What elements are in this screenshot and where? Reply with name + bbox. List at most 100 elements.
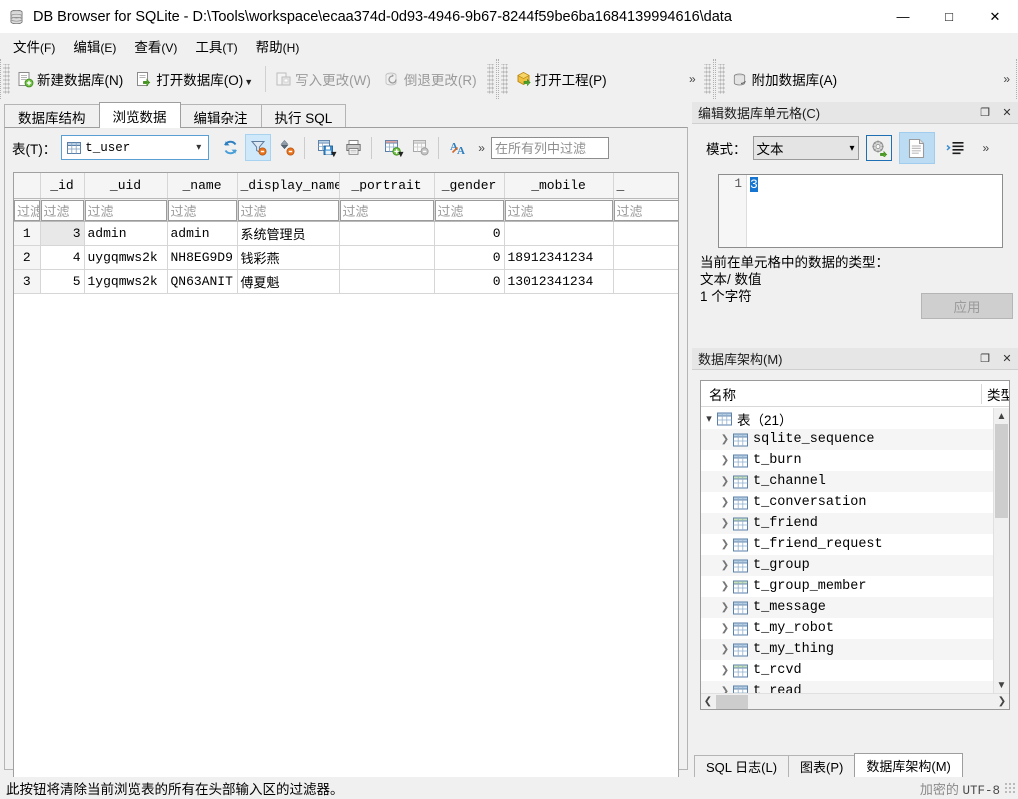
menu-help[interactable]: 帮助(H): [247, 33, 309, 59]
cell-value-editor[interactable]: 1 3: [718, 174, 1003, 248]
row-header[interactable]: 2: [14, 245, 41, 270]
mode-select[interactable]: 文本 ▾: [752, 136, 859, 160]
grid-corner-cell[interactable]: [14, 173, 41, 199]
menu-tools[interactable]: 工具(T): [186, 33, 246, 59]
edit-cell-overflow[interactable]: »: [977, 141, 996, 155]
menu-edit[interactable]: 编辑(E): [64, 33, 125, 59]
scroll-down-icon[interactable]: ▼: [994, 677, 1009, 693]
chevron-right-icon[interactable]: ❯: [717, 686, 733, 694]
table-row[interactable]: 2 4 uygqmws2k NH8EG9D9 钱彩燕 0 18912341234: [14, 245, 678, 270]
refresh-button[interactable]: [217, 134, 243, 161]
print-button[interactable]: [340, 134, 366, 161]
filter-input-rownum[interactable]: 过滤: [14, 199, 39, 220]
filter-input-truncated[interactable]: 过滤: [613, 199, 678, 220]
toolbar-grip-project-end[interactable]: [703, 64, 711, 94]
cell-name[interactable]: admin: [167, 221, 238, 246]
cell-value-text[interactable]: 3: [747, 175, 1002, 247]
list-item[interactable]: ❯ t_friend: [701, 513, 993, 534]
grid-col-display-name[interactable]: _display_name: [237, 173, 340, 199]
close-panel-icon[interactable]: ✕: [996, 349, 1018, 369]
filter-input-id[interactable]: 过滤: [40, 199, 83, 220]
list-item[interactable]: ❯ t_friend_request: [701, 534, 993, 555]
cell-display-name[interactable]: 钱彩燕: [237, 245, 340, 270]
grid-col-name[interactable]: _name: [167, 173, 238, 199]
data-grid[interactable]: _id _uid _name _display_name _portrait _…: [13, 172, 679, 799]
toolbar-grip-attach[interactable]: [717, 64, 725, 94]
float-panel-icon[interactable]: ❐: [974, 349, 996, 369]
list-item[interactable]: ❯ t_rcvd: [701, 660, 993, 681]
chevron-down-icon[interactable]: ▾: [196, 142, 201, 153]
chevron-right-icon[interactable]: ❯: [717, 539, 733, 551]
chevron-right-icon[interactable]: ❯: [717, 644, 733, 656]
minimize-button[interactable]: —: [880, 0, 926, 33]
chevron-right-icon[interactable]: ❯: [717, 476, 733, 488]
save-results-button[interactable]: ▼: [312, 134, 338, 161]
text-view-button[interactable]: [898, 132, 935, 164]
list-item[interactable]: ❯ t_read: [701, 681, 993, 693]
cell-portrait[interactable]: [339, 245, 435, 270]
chevron-down-icon[interactable]: ▼: [244, 77, 253, 87]
tab-browse-data[interactable]: 浏览数据: [98, 102, 181, 128]
apply-button[interactable]: 应用: [921, 293, 1013, 319]
table-row[interactable]: 1 3 admin admin 系统管理员 0: [14, 221, 678, 246]
cell-portrait[interactable]: [339, 221, 435, 246]
scroll-left-icon[interactable]: ❮: [701, 696, 715, 707]
word-wrap-button[interactable]: [942, 135, 968, 161]
clear-all-filters-button[interactable]: [245, 134, 272, 161]
grid-col-mobile[interactable]: _mobile: [504, 173, 614, 199]
grid-col-portrait[interactable]: _portrait: [339, 173, 435, 199]
chevron-right-icon[interactable]: ❯: [717, 434, 733, 446]
cell-name[interactable]: QN63ANIT: [167, 269, 238, 294]
filter-input-uid[interactable]: 过滤: [84, 199, 166, 220]
chevron-right-icon[interactable]: ❯: [717, 602, 733, 614]
cell-gender[interactable]: 0: [434, 245, 505, 270]
filter-input-display-name[interactable]: 过滤: [237, 199, 338, 220]
tab-database-schema[interactable]: 数据库架构(M): [854, 753, 963, 777]
list-item[interactable]: ❯ t_my_robot: [701, 618, 993, 639]
import-data-button[interactable]: [865, 135, 892, 161]
toolbar-grip-project[interactable]: [500, 64, 508, 94]
cell-uid[interactable]: admin: [84, 221, 168, 246]
schema-col-type[interactable]: 类型: [981, 383, 1009, 404]
cell-name[interactable]: NH8EG9D9: [167, 245, 238, 270]
insert-record-button[interactable]: ▼: [379, 134, 405, 161]
list-item[interactable]: ❯ t_group: [701, 555, 993, 576]
schema-col-name[interactable]: 名称: [701, 384, 981, 404]
chevron-right-icon[interactable]: ❯: [717, 518, 733, 530]
cell-uid[interactable]: 1ygqmws2k: [84, 269, 168, 294]
list-item[interactable]: ❯ t_burn: [701, 450, 993, 471]
table-select-combobox[interactable]: t_user ▾: [61, 135, 210, 160]
scroll-right-icon[interactable]: ❯: [995, 696, 1009, 707]
chevron-down-icon[interactable]: ▼: [396, 149, 405, 159]
grid-col-gender[interactable]: _gender: [434, 173, 505, 199]
float-panel-icon[interactable]: ❐: [974, 103, 996, 123]
tree-node-tables-root[interactable]: ▾ 表（21）: [701, 408, 993, 429]
open-database-button[interactable]: 打开数据库(O) ▼: [131, 64, 261, 94]
scrollbar-thumb[interactable]: [716, 694, 748, 709]
cell-display-name[interactable]: 傅夏魁: [237, 269, 340, 294]
open-project-button[interactable]: 打开工程(P): [510, 64, 615, 94]
chevron-down-icon[interactable]: ▾: [701, 412, 717, 425]
tab-database-structure[interactable]: 数据库结构: [4, 104, 100, 128]
chevron-right-icon[interactable]: ❯: [717, 560, 733, 572]
scroll-up-icon[interactable]: ▲: [994, 408, 1009, 424]
attach-database-button[interactable]: 附加数据库(A): [727, 64, 846, 94]
cell-gender[interactable]: 0: [434, 221, 505, 246]
write-changes-button[interactable]: 写入更改(W): [270, 64, 379, 94]
schema-vertical-scrollbar[interactable]: ▲ ▼: [993, 408, 1009, 693]
row-header[interactable]: 1: [14, 221, 41, 246]
grid-col-uid[interactable]: _uid: [84, 173, 168, 199]
cell-truncated[interactable]: [613, 245, 678, 270]
schema-horizontal-scrollbar[interactable]: ❮ ❯: [701, 693, 1009, 709]
list-item[interactable]: ❯ t_channel: [701, 471, 993, 492]
new-database-button[interactable]: 新建数据库(N): [12, 64, 131, 94]
cell-id[interactable]: 5: [40, 269, 85, 294]
cell-mobile[interactable]: [504, 221, 614, 246]
grid-col-id[interactable]: _id: [40, 173, 85, 199]
filter-input-gender[interactable]: 过滤: [434, 199, 503, 220]
tab-edit-pragmas[interactable]: 编辑杂注: [179, 104, 262, 128]
menu-view[interactable]: 查看(V): [125, 33, 186, 59]
cell-gender[interactable]: 0: [434, 269, 505, 294]
browse-toolbar-overflow[interactable]: »: [472, 141, 491, 155]
cell-mobile[interactable]: 13012341234: [504, 269, 614, 294]
